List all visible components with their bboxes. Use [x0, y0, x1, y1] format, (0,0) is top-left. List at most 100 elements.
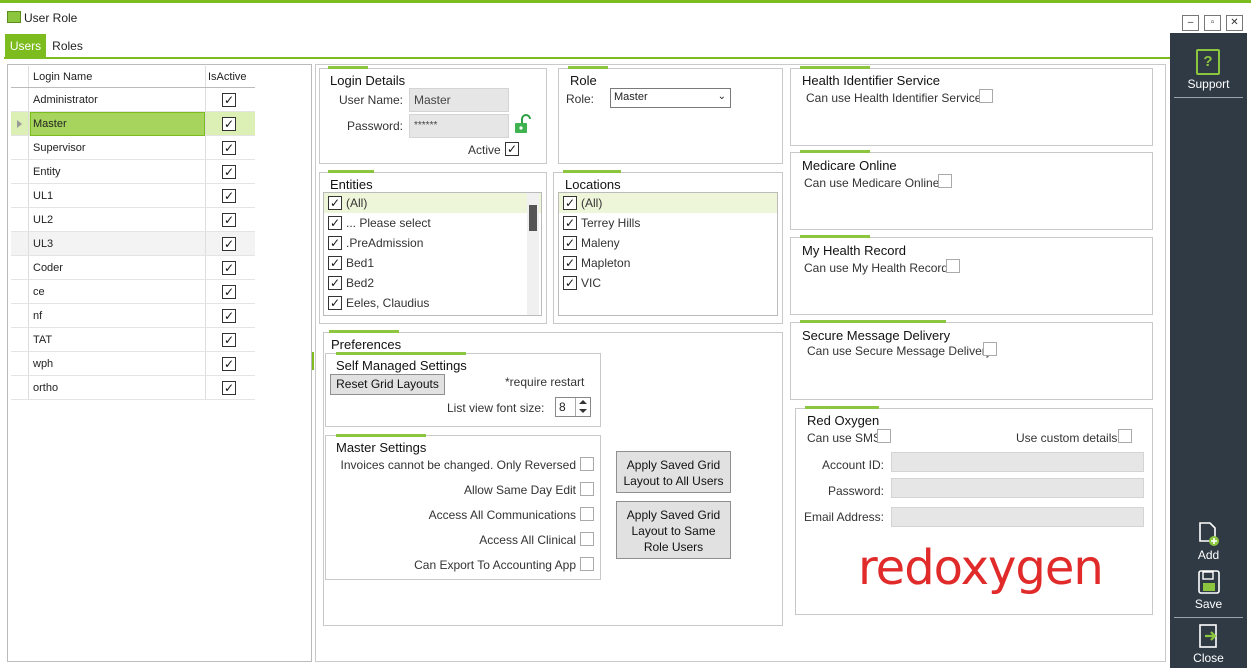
table-row[interactable]: Coder ✓ [11, 256, 255, 280]
active-label: Active [468, 143, 501, 157]
active-checkbox[interactable]: ✓ [505, 142, 519, 156]
isactive-checkbox[interactable]: ✓ [222, 93, 236, 107]
table-row[interactable]: nf ✓ [11, 304, 255, 328]
maximize-button[interactable]: ▫ [1204, 15, 1221, 31]
email-address-field[interactable] [891, 507, 1144, 527]
entities-scrollbar[interactable] [527, 193, 539, 315]
table-row[interactable]: UL2 ✓ [11, 208, 255, 232]
app-icon [7, 11, 21, 23]
tab-users[interactable]: Users [5, 34, 46, 58]
apply-layout-same-role-button[interactable]: Apply Saved Grid Layout to Same Role Use… [616, 501, 731, 559]
use-custom-details-checkbox[interactable] [1118, 429, 1132, 443]
list-item[interactable]: ✓ Bed2 [324, 273, 541, 293]
tab-roles[interactable]: Roles [47, 34, 88, 58]
list-item[interactable]: ✓ .PreAdmission [324, 233, 541, 253]
font-size-value: 8 [559, 400, 566, 414]
list-item-checkbox[interactable]: ✓ [563, 216, 577, 230]
isactive-checkbox[interactable]: ✓ [222, 141, 236, 155]
add-button[interactable]: Add [1170, 521, 1247, 565]
can-use-sms-label: Can use SMS [807, 431, 882, 445]
isactive-checkbox[interactable]: ✓ [222, 213, 236, 227]
font-size-stepper[interactable]: 8 [555, 397, 591, 417]
list-item-checkbox[interactable]: ✓ [563, 256, 577, 270]
isactive-checkbox[interactable]: ✓ [222, 357, 236, 371]
isactive-checkbox[interactable]: ✓ [222, 261, 236, 275]
health-identifier-checkbox[interactable] [979, 89, 993, 103]
list-item-checkbox[interactable]: ✓ [328, 256, 342, 270]
secure-message-checkbox[interactable] [983, 342, 997, 356]
list-item-checkbox[interactable]: ✓ [328, 196, 342, 210]
table-row[interactable]: ce ✓ [11, 280, 255, 304]
list-item-checkbox[interactable]: ✓ [328, 296, 342, 310]
table-row[interactable]: wph ✓ [11, 352, 255, 376]
table-row[interactable]: Supervisor ✓ [11, 136, 255, 160]
username-field[interactable]: Master [409, 88, 509, 112]
group-accent [800, 150, 870, 153]
list-item-checkbox[interactable]: ✓ [328, 236, 342, 250]
column-header-isactive[interactable]: IsActive [208, 66, 247, 88]
medicare-checkbox[interactable] [938, 174, 952, 188]
isactive-checkbox[interactable]: ✓ [222, 165, 236, 179]
account-id-field[interactable] [891, 452, 1144, 472]
list-item-checkbox[interactable]: ✓ [328, 276, 342, 290]
setting-checkbox[interactable] [580, 482, 594, 496]
list-item[interactable]: ✓ Eeles, Claudius [324, 293, 541, 313]
table-row-selected[interactable]: Master ✓ [11, 112, 255, 136]
setting-checkbox[interactable] [580, 457, 594, 471]
isactive-checkbox[interactable]: ✓ [222, 309, 236, 323]
isactive-checkbox[interactable]: ✓ [222, 285, 236, 299]
isactive-checkbox[interactable]: ✓ [222, 237, 236, 251]
list-item[interactable]: ✓ VIC [559, 273, 777, 293]
table-row[interactable]: ortho ✓ [11, 376, 255, 400]
login-name: wph [33, 358, 54, 370]
isactive-checkbox[interactable]: ✓ [222, 333, 236, 347]
chevron-up-icon[interactable] [579, 400, 587, 404]
table-row[interactable]: UL3 ✓ [11, 232, 255, 256]
can-use-sms-checkbox[interactable] [877, 429, 891, 443]
button-label-line: Layout to All Users [623, 474, 724, 488]
list-item-checkbox[interactable]: ✓ [328, 216, 342, 230]
setting-checkbox[interactable] [580, 557, 594, 571]
save-button[interactable]: Save [1170, 569, 1247, 613]
list-item-checkbox[interactable]: ✓ [563, 196, 577, 210]
role-select[interactable]: Master ⌄ [610, 88, 731, 108]
list-item-checkbox[interactable]: ✓ [563, 236, 577, 250]
table-row[interactable]: Entity ✓ [11, 160, 255, 184]
list-item[interactable]: ✓ (All) [559, 193, 777, 213]
list-item-label: Eeles, Claudius [346, 296, 430, 310]
list-item[interactable]: ✓ (All) [324, 193, 541, 213]
setting-label: Access All Communications [428, 508, 576, 522]
group-accent [805, 406, 879, 409]
table-row[interactable]: Administrator ✓ [11, 88, 255, 112]
list-item-label: ... Please select [346, 216, 431, 230]
table-row[interactable]: UL1 ✓ [11, 184, 255, 208]
isactive-checkbox[interactable]: ✓ [222, 117, 236, 131]
login-name: Supervisor [33, 142, 86, 154]
scrollbar-thumb[interactable] [529, 205, 537, 231]
splitter-grip[interactable] [312, 352, 314, 370]
close-window-button[interactable]: ✕ [1226, 15, 1243, 31]
setting-checkbox[interactable] [580, 507, 594, 521]
list-item[interactable]: ✓ Bed1 [324, 253, 541, 273]
column-header-login[interactable]: Login Name [33, 66, 92, 88]
close-button[interactable]: Close [1170, 623, 1247, 665]
support-button[interactable]: ? Support [1170, 49, 1247, 97]
list-item[interactable]: ✓ Mapleton [559, 253, 777, 273]
red-oxygen-password-field[interactable] [891, 478, 1144, 498]
isactive-checkbox[interactable]: ✓ [222, 189, 236, 203]
isactive-checkbox[interactable]: ✓ [222, 381, 236, 395]
list-item-checkbox[interactable]: ✓ [563, 276, 577, 290]
login-name: nf [33, 310, 43, 322]
setting-checkbox[interactable] [580, 532, 594, 546]
reset-grid-layouts-button[interactable]: Reset Grid Layouts [330, 374, 445, 395]
chevron-down-icon[interactable] [579, 409, 587, 413]
list-item[interactable]: ✓ Terrey Hills [559, 213, 777, 233]
list-item[interactable]: ✓ Maleny [559, 233, 777, 253]
password-field[interactable]: ****** [409, 114, 509, 138]
list-item[interactable]: ✓ ... Please select [324, 213, 541, 233]
table-row[interactable]: TAT ✓ [11, 328, 255, 352]
my-health-record-checkbox[interactable] [946, 259, 960, 273]
apply-layout-all-users-button[interactable]: Apply Saved Grid Layout to All Users [616, 451, 731, 493]
unlock-icon[interactable] [513, 114, 531, 134]
minimize-button[interactable]: – [1182, 15, 1199, 31]
